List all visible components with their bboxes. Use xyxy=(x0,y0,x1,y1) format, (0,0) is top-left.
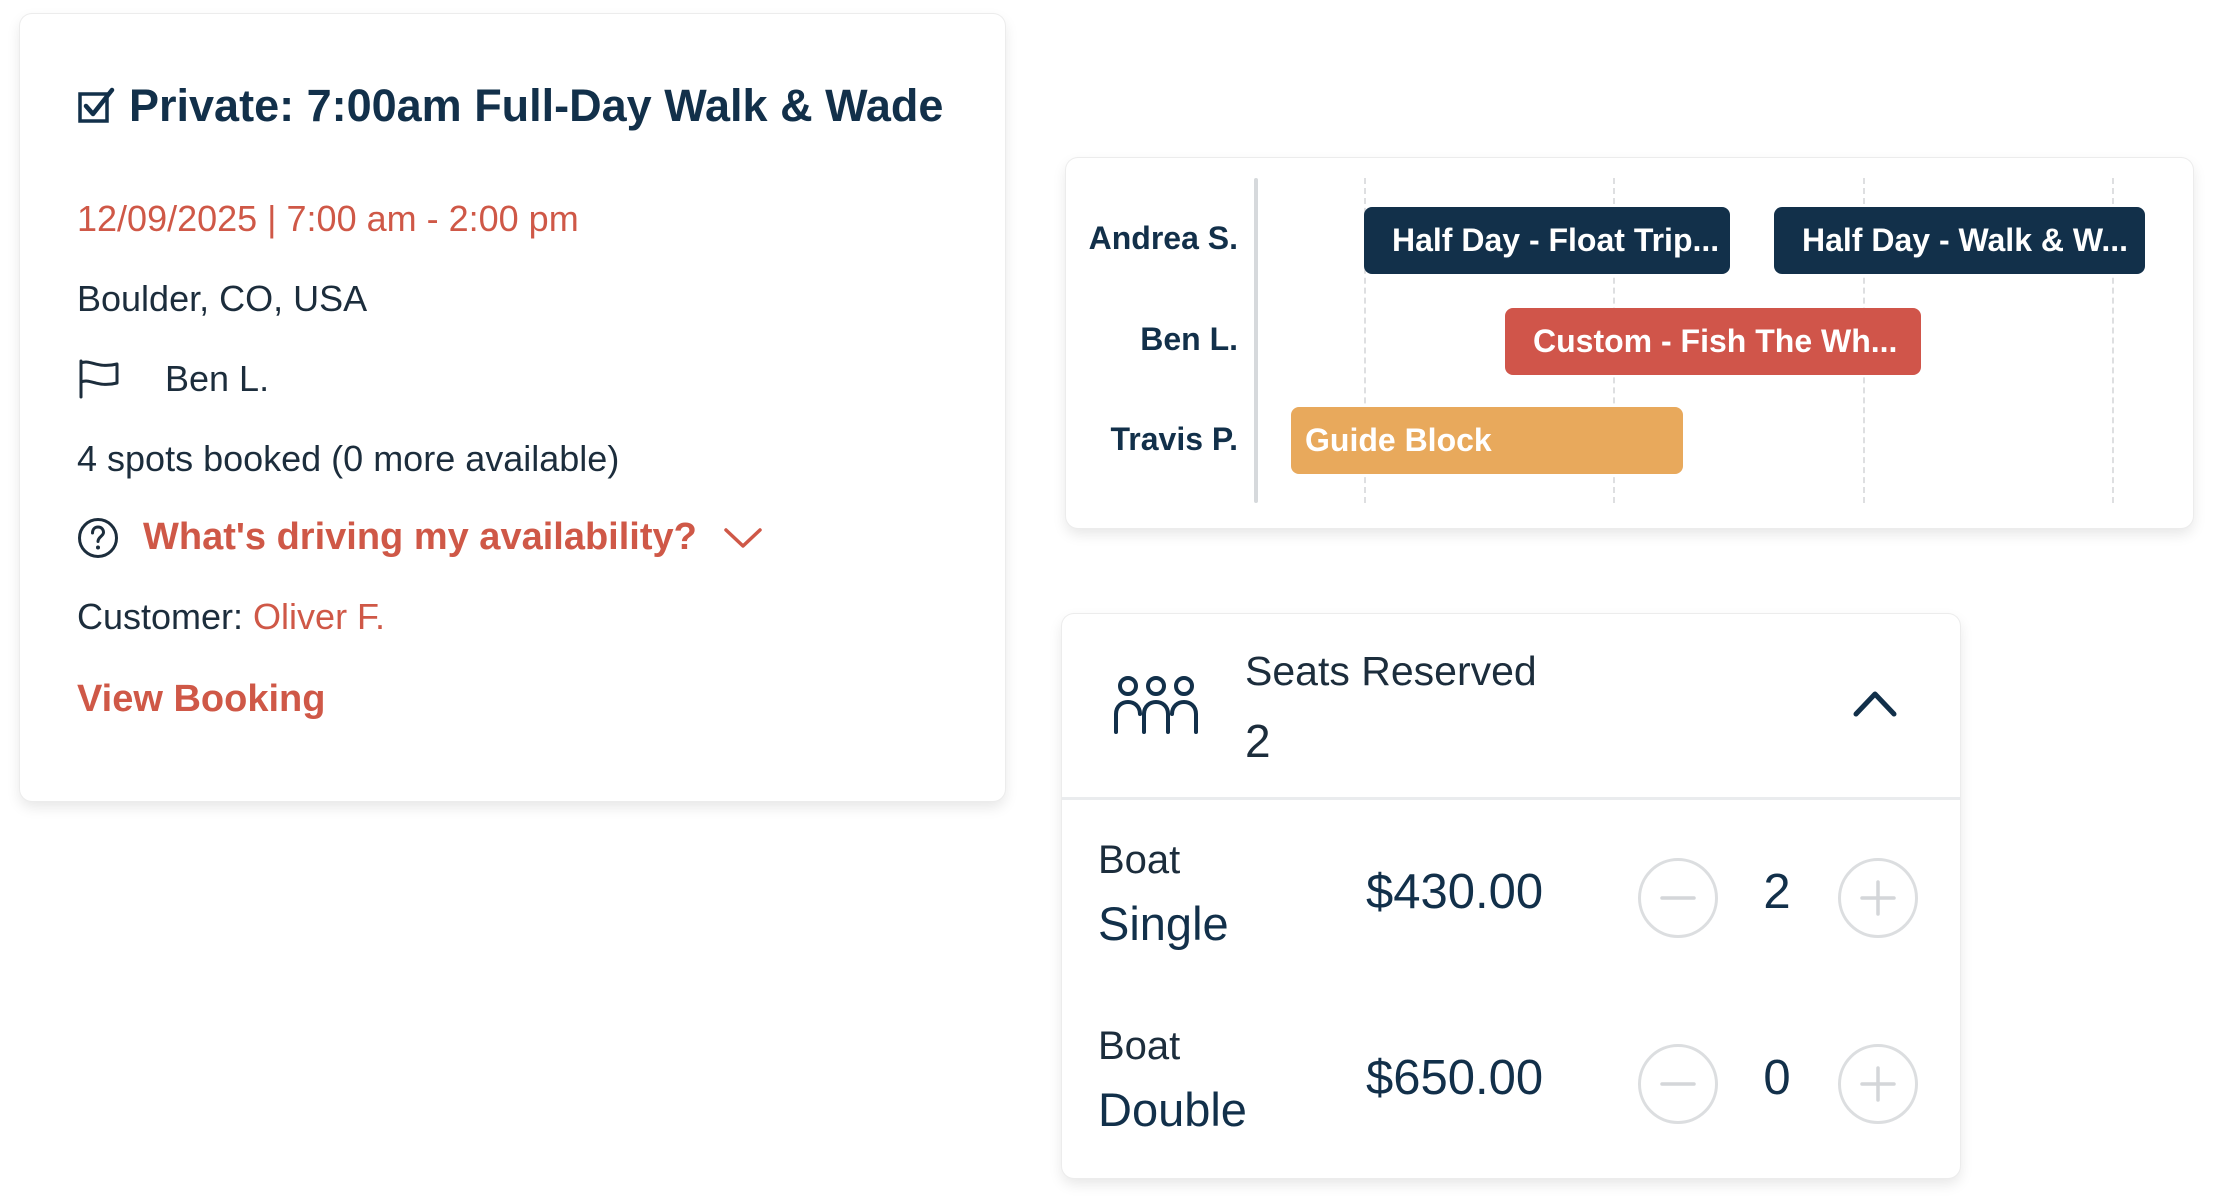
trip-guide: Ben L. xyxy=(77,358,269,400)
trip-date-time: 12/09/2025 | 7:00 am - 2:00 pm xyxy=(77,198,579,239)
customer-name-link[interactable]: Oliver F. xyxy=(253,596,385,638)
seats-reserved-label: Seats Reserved xyxy=(1245,648,1537,694)
schedule-guide-name: Travis P. xyxy=(1110,421,1238,457)
seat-option-name: Single xyxy=(1098,897,1229,950)
seat-option-row: Boat Double $650.00 0 xyxy=(1062,986,1960,1172)
schedule-event[interactable]: Custom - Fish The Wh... xyxy=(1505,308,1921,375)
flag-icon xyxy=(79,359,119,399)
increment-button[interactable] xyxy=(1838,858,1918,938)
customer-label: Customer: xyxy=(77,596,244,637)
chevron-down-icon[interactable] xyxy=(723,526,763,550)
spots-booked: 4 spots booked (0 more available) xyxy=(77,438,620,479)
trip-card: Private: 7:00am Full-Day Walk & Wade 12/… xyxy=(20,14,1005,801)
seat-option-type: Boat xyxy=(1098,838,1181,882)
seat-option-row: Boat Single $430.00 2 xyxy=(1062,800,1960,986)
plus-icon xyxy=(1860,1066,1896,1102)
trip-title-text: Private: 7:00am Full-Day Walk & Wade xyxy=(129,80,944,131)
seat-option-price: $430.00 xyxy=(1366,865,1544,919)
decrement-button[interactable] xyxy=(1638,858,1718,938)
quantity-value: 2 xyxy=(1763,865,1791,919)
seat-option-name: Double xyxy=(1098,1083,1247,1136)
view-booking-link[interactable]: View Booking xyxy=(77,678,325,721)
schedule-guide-name: Andrea S. xyxy=(1088,220,1238,256)
trip-guide-name: Ben L. xyxy=(165,358,270,399)
trip-location: Boulder, CO, USA xyxy=(77,278,368,319)
check-square-icon xyxy=(78,87,115,123)
seats-header: Seats Reserved 2 xyxy=(1062,614,1960,800)
availability-toggle[interactable]: What's driving my availability? xyxy=(77,516,763,559)
people-icon xyxy=(1114,676,1198,734)
guide-schedule-card: Andrea S. Ben L. Travis P. Half Day - Fl… xyxy=(1066,158,2193,528)
guide-block-event[interactable]: Guide Block xyxy=(1291,407,1683,474)
trip-title: Private: 7:00am Full-Day Walk & Wade xyxy=(77,80,943,132)
seat-option-type: Boat xyxy=(1098,1024,1181,1068)
decrement-button[interactable] xyxy=(1638,1044,1718,1124)
customer-row: Customer: Oliver F. xyxy=(77,596,385,638)
plus-icon xyxy=(1860,880,1896,916)
increment-button[interactable] xyxy=(1838,1044,1918,1124)
minus-icon xyxy=(1660,1082,1696,1086)
schedule-event[interactable]: Half Day - Float Trip... xyxy=(1364,207,1730,274)
quantity-value: 0 xyxy=(1763,1051,1791,1105)
seats-reserved-count: 2 xyxy=(1245,715,1271,767)
minus-icon xyxy=(1660,896,1696,900)
seat-option-price: $650.00 xyxy=(1366,1051,1544,1105)
availability-link[interactable]: What's driving my availability? xyxy=(143,516,697,559)
seats-reserved-card: Seats Reserved 2 Boat Single $430.00 2 B… xyxy=(1062,614,1960,1178)
schedule-event[interactable]: Half Day - Walk & W... xyxy=(1774,207,2145,274)
help-circle-icon xyxy=(78,517,118,558)
chevron-up-icon[interactable] xyxy=(1852,688,1898,718)
timeline-axis xyxy=(1254,178,1258,503)
schedule-guide-name: Ben L. xyxy=(1140,321,1238,357)
